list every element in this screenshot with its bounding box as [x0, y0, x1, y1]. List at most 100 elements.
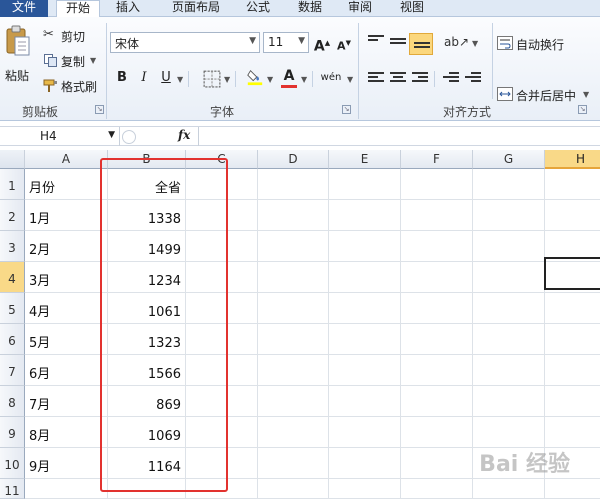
- cell-a7[interactable]: 6月: [25, 355, 108, 386]
- cell-e2[interactable]: [329, 200, 401, 231]
- cell-a1[interactable]: 月份: [25, 169, 108, 200]
- font-color-button[interactable]: A: [280, 67, 298, 88]
- align-top-icon[interactable]: [368, 35, 384, 49]
- merge-center-button[interactable]: 合并后居中 ▼: [497, 86, 595, 104]
- row-header-8[interactable]: 8: [0, 386, 25, 417]
- format-painter-button[interactable]: 格式刷: [43, 77, 103, 95]
- column-header-a[interactable]: A: [25, 150, 108, 169]
- column-header-h[interactable]: H: [545, 150, 600, 169]
- cell-a3[interactable]: 2月: [25, 231, 108, 262]
- cell-d3[interactable]: [258, 231, 329, 262]
- cell-h1[interactable]: [545, 169, 600, 200]
- cell-g8[interactable]: [473, 386, 545, 417]
- align-middle-icon[interactable]: [390, 38, 406, 52]
- cell-d1[interactable]: [258, 169, 329, 200]
- phonetic-guide-button[interactable]: wén: [318, 69, 344, 87]
- underline-button[interactable]: U: [157, 69, 175, 87]
- cell-f3[interactable]: [401, 231, 473, 262]
- cell-f5[interactable]: [401, 293, 473, 324]
- cell-h11[interactable]: [545, 479, 600, 499]
- fill-color-dropdown-icon[interactable]: ▼: [267, 75, 273, 84]
- cell-a5[interactable]: 4月: [25, 293, 108, 324]
- orientation-dropdown-icon[interactable]: ▼: [472, 39, 478, 48]
- increase-indent-icon[interactable]: [465, 72, 481, 86]
- cell-f7[interactable]: [401, 355, 473, 386]
- cell-a6[interactable]: 5月: [25, 324, 108, 355]
- active-cell-h4[interactable]: [544, 257, 600, 290]
- borders-dropdown-icon[interactable]: ▼: [224, 75, 230, 84]
- column-header-d[interactable]: D: [258, 150, 329, 169]
- cut-button[interactable]: ✂ 剪切: [43, 27, 103, 45]
- cell-h2[interactable]: [545, 200, 600, 231]
- cell-e7[interactable]: [329, 355, 401, 386]
- cell-e1[interactable]: [329, 169, 401, 200]
- row-header-1[interactable]: 1: [0, 169, 25, 200]
- row-header-11[interactable]: 11: [0, 479, 25, 499]
- cell-f6[interactable]: [401, 324, 473, 355]
- cell-a9[interactable]: 8月: [25, 417, 108, 448]
- orientation-icon[interactable]: ab↗: [444, 35, 469, 49]
- cell-a11[interactable]: [25, 479, 108, 499]
- cell-g11[interactable]: [473, 479, 545, 499]
- cell-h9[interactable]: [545, 417, 600, 448]
- cell-e8[interactable]: [329, 386, 401, 417]
- cell-a10[interactable]: 9月: [25, 448, 108, 479]
- align-left-icon[interactable]: [368, 72, 384, 86]
- tab-insert[interactable]: 插入: [108, 0, 148, 17]
- borders-icon[interactable]: [203, 70, 221, 88]
- copy-dropdown-icon[interactable]: ▼: [90, 56, 96, 65]
- name-box[interactable]: H4 ▼: [0, 127, 120, 146]
- column-header-e[interactable]: E: [329, 150, 401, 169]
- formula-bar-handle-icon[interactable]: [122, 130, 136, 144]
- tab-page-layout[interactable]: 页面布局: [164, 0, 228, 17]
- italic-button[interactable]: I: [135, 69, 153, 87]
- paste-button[interactable]: 粘贴: [3, 25, 33, 85]
- row-header-6[interactable]: 6: [0, 324, 25, 355]
- cell-e3[interactable]: [329, 231, 401, 262]
- tab-view[interactable]: 视图: [392, 0, 432, 17]
- bold-button[interactable]: B: [113, 69, 131, 87]
- font-size-select[interactable]: 11 ▼: [263, 32, 309, 53]
- row-header-5[interactable]: 5: [0, 293, 25, 324]
- cell-e9[interactable]: [329, 417, 401, 448]
- cell-d4[interactable]: [258, 262, 329, 293]
- cell-e6[interactable]: [329, 324, 401, 355]
- cell-g5[interactable]: [473, 293, 545, 324]
- cell-f1[interactable]: [401, 169, 473, 200]
- tab-file[interactable]: 文件: [0, 0, 48, 17]
- cell-d8[interactable]: [258, 386, 329, 417]
- insert-function-icon[interactable]: fx: [178, 128, 190, 142]
- decrease-indent-icon[interactable]: [443, 72, 459, 86]
- cell-f2[interactable]: [401, 200, 473, 231]
- grow-font-button[interactable]: A▲: [313, 34, 331, 55]
- cell-a8[interactable]: 7月: [25, 386, 108, 417]
- align-right-icon[interactable]: [412, 72, 428, 86]
- cell-g2[interactable]: [473, 200, 545, 231]
- tab-formulas[interactable]: 公式: [238, 0, 278, 17]
- row-header-3[interactable]: 3: [0, 231, 25, 262]
- cell-d10[interactable]: [258, 448, 329, 479]
- merge-dropdown-icon[interactable]: ▼: [583, 90, 589, 99]
- cell-d2[interactable]: [258, 200, 329, 231]
- phonetic-dropdown-icon[interactable]: ▼: [347, 75, 353, 84]
- row-header-7[interactable]: 7: [0, 355, 25, 386]
- cell-d7[interactable]: [258, 355, 329, 386]
- shrink-font-button[interactable]: A▼: [335, 34, 353, 53]
- alignment-launcher-icon[interactable]: ↘: [578, 105, 587, 114]
- font-launcher-icon[interactable]: ↘: [342, 105, 351, 114]
- column-header-g[interactable]: G: [473, 150, 545, 169]
- row-header-2[interactable]: 2: [0, 200, 25, 231]
- align-bottom-button[interactable]: [409, 33, 433, 55]
- cell-f8[interactable]: [401, 386, 473, 417]
- cell-e10[interactable]: [329, 448, 401, 479]
- cell-f11[interactable]: [401, 479, 473, 499]
- cell-e5[interactable]: [329, 293, 401, 324]
- tab-data[interactable]: 数据: [290, 0, 330, 17]
- cell-e4[interactable]: [329, 262, 401, 293]
- align-center-icon[interactable]: [390, 72, 406, 86]
- cell-d9[interactable]: [258, 417, 329, 448]
- font-color-dropdown-icon[interactable]: ▼: [301, 75, 307, 84]
- cell-g1[interactable]: [473, 169, 545, 200]
- cell-h8[interactable]: [545, 386, 600, 417]
- wrap-text-button[interactable]: 自动换行: [497, 35, 577, 53]
